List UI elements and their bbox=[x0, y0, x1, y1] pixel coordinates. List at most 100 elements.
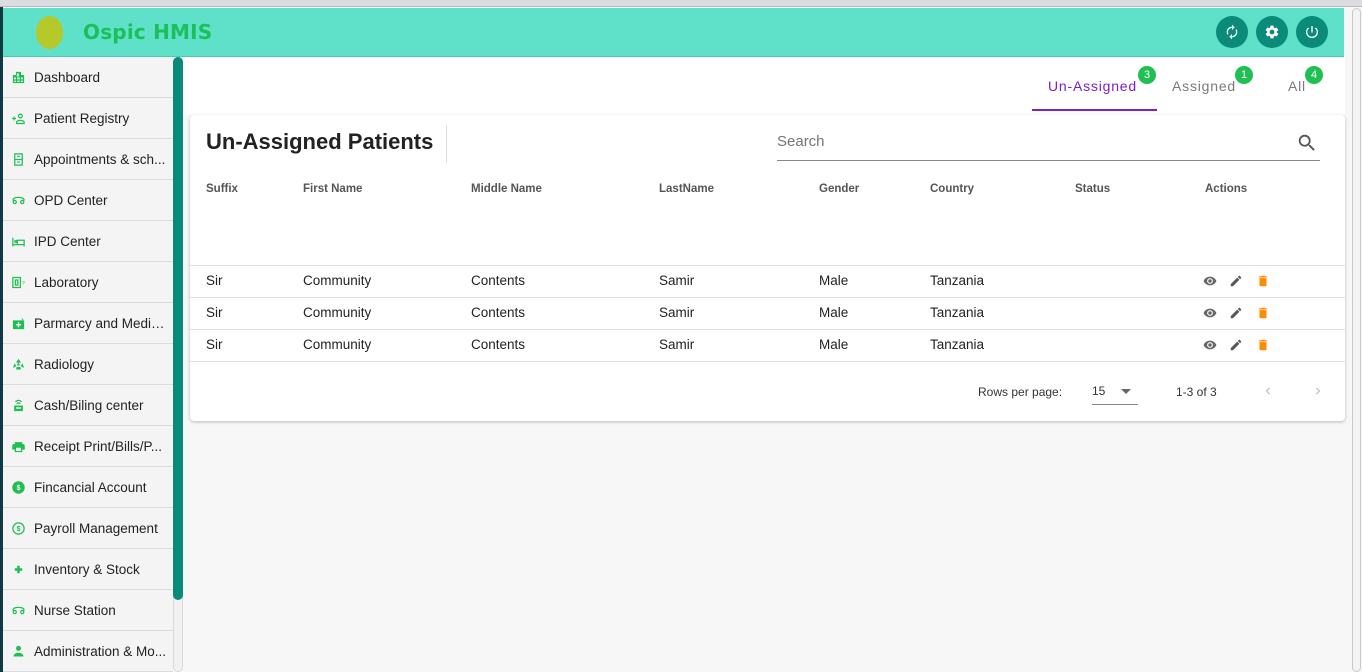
view-icon[interactable] bbox=[1203, 338, 1217, 352]
cell-first-name: Community bbox=[303, 337, 371, 352]
column-header-suffix[interactable]: Suffix bbox=[206, 183, 238, 195]
cell-middle-name: Contents bbox=[471, 273, 525, 288]
cell-suffix: Sir bbox=[206, 273, 223, 288]
hospital-icon bbox=[9, 68, 27, 86]
lab-icon: ? bbox=[9, 273, 27, 291]
sidebar-item-label: Dashboard bbox=[34, 70, 169, 85]
tab-all[interactable]: All bbox=[1288, 78, 1306, 94]
cashier-icon bbox=[9, 396, 27, 414]
column-header-country[interactable]: Country bbox=[930, 183, 974, 195]
sidebar-item-inventory[interactable]: Inventory & Stock bbox=[3, 549, 173, 590]
chevron-left-icon bbox=[1261, 384, 1275, 398]
app-title: Ospic HMIS bbox=[83, 20, 212, 44]
sidebar-item-laboratory[interactable]: ? Laboratory bbox=[3, 262, 173, 303]
sidebar-item-label: Laboratory bbox=[34, 275, 169, 290]
sidebar-item-financial-account[interactable]: $ Fincancial Account bbox=[3, 467, 173, 508]
sidebar-item-cash-billing[interactable]: Cash/Biling center bbox=[3, 385, 173, 426]
tab-label: Un-Assigned bbox=[1048, 78, 1137, 94]
chevron-right-icon bbox=[1311, 384, 1325, 398]
power-icon bbox=[1304, 24, 1320, 40]
next-page-button[interactable] bbox=[1306, 379, 1330, 403]
previous-page-button[interactable] bbox=[1256, 379, 1280, 403]
cell-suffix: Sir bbox=[206, 337, 223, 352]
cell-gender: Male bbox=[819, 337, 848, 352]
delete-icon[interactable] bbox=[1256, 274, 1270, 288]
logout-button[interactable] bbox=[1296, 16, 1328, 48]
svg-text:?: ? bbox=[21, 281, 24, 287]
sidebar-item-pharmacy[interactable]: Parmarcy and Medici... bbox=[3, 303, 173, 344]
sidebar-scrollbar-thumb[interactable] bbox=[173, 57, 183, 600]
sidebar-item-label: Payroll Management bbox=[34, 521, 169, 536]
table-bottom-divider bbox=[190, 361, 1345, 362]
patient-tabs: Un-Assigned 3 Assigned 1 All 4 bbox=[183, 57, 1345, 115]
delete-icon[interactable] bbox=[1256, 306, 1270, 320]
cabinet-icon bbox=[9, 150, 27, 168]
sidebar-item-label: Cash/Biling center bbox=[34, 398, 169, 413]
sidebar-item-label: Inventory & Stock bbox=[34, 562, 169, 577]
sidebar-item-label: Parmarcy and Medici... bbox=[34, 316, 169, 331]
cell-country: Tanzania bbox=[930, 273, 984, 288]
search-icon[interactable] bbox=[1296, 132, 1318, 154]
sidebar-item-dashboard[interactable]: Dashboard bbox=[3, 57, 173, 98]
sidebar-item-administration[interactable]: Administration & Mo... bbox=[3, 631, 173, 672]
bed-icon bbox=[9, 232, 27, 250]
sidebar-item-label: Appointments & sch... bbox=[34, 152, 169, 167]
cell-first-name: Community bbox=[303, 305, 371, 320]
nurse-icon bbox=[9, 601, 27, 619]
edit-icon[interactable] bbox=[1229, 274, 1243, 288]
sidebar-item-ipd-center[interactable]: IPD Center bbox=[3, 221, 173, 262]
sidebar-item-nurse-station[interactable]: Nurse Station bbox=[3, 590, 173, 631]
cell-gender: Male bbox=[819, 273, 848, 288]
gear-icon bbox=[1264, 24, 1280, 40]
svg-text:$: $ bbox=[16, 485, 20, 492]
table-row[interactable]: Sir Community Contents Samir Male Tanzan… bbox=[190, 297, 1345, 329]
table-row[interactable]: Sir Community Contents Samir Male Tanzan… bbox=[190, 265, 1345, 297]
sidebar-item-payroll[interactable]: $ Payroll Management bbox=[3, 508, 173, 549]
rows-per-page-select[interactable]: 15 bbox=[1092, 377, 1138, 405]
page-scrollbar[interactable] bbox=[1352, 8, 1361, 672]
cell-middle-name: Contents bbox=[471, 305, 525, 320]
divider bbox=[446, 125, 447, 163]
column-header-gender[interactable]: Gender bbox=[819, 183, 859, 195]
sidebar-item-appointments[interactable]: Appointments & sch... bbox=[3, 139, 173, 180]
money-circle-icon: $ bbox=[9, 478, 27, 496]
column-header-last-name[interactable]: LastName bbox=[659, 183, 714, 195]
page-title: Un-Assigned Patients bbox=[206, 129, 433, 155]
column-header-status[interactable]: Status bbox=[1075, 183, 1110, 195]
tab-un-assigned[interactable]: Un-Assigned bbox=[1048, 78, 1137, 94]
app-bar: Ospic HMIS bbox=[3, 8, 1344, 57]
count-badge: 4 bbox=[1305, 66, 1323, 84]
opd-icon bbox=[9, 191, 27, 209]
edit-icon[interactable] bbox=[1229, 306, 1243, 320]
view-icon[interactable] bbox=[1203, 274, 1217, 288]
admin-person-icon bbox=[9, 642, 27, 660]
tab-assigned[interactable]: Assigned bbox=[1172, 78, 1236, 94]
active-tab-indicator bbox=[1032, 109, 1157, 111]
sidebar-item-label: IPD Center bbox=[34, 234, 169, 249]
sidebar-item-receipt-print[interactable]: Receipt Print/Bills/P... bbox=[3, 426, 173, 467]
cell-last-name: Samir bbox=[659, 305, 694, 320]
sidebar-item-radiology[interactable]: Radiology bbox=[3, 344, 173, 385]
table-row[interactable]: Sir Community Contents Samir Male Tanzan… bbox=[190, 329, 1345, 361]
caret-down-icon bbox=[1121, 389, 1131, 394]
sidebar-item-patient-registry[interactable]: Patient Registry bbox=[3, 98, 173, 139]
column-header-first-name[interactable]: First Name bbox=[303, 183, 362, 195]
sidebar-item-opd-center[interactable]: OPD Center bbox=[3, 180, 173, 221]
count-badge: 3 bbox=[1138, 66, 1156, 84]
view-icon[interactable] bbox=[1203, 306, 1217, 320]
add-person-icon bbox=[9, 109, 27, 127]
edit-icon[interactable] bbox=[1229, 338, 1243, 352]
rows-per-page-label: Rows per page: bbox=[978, 385, 1062, 399]
sidebar-nav: Dashboard Patient Registry Appointments … bbox=[3, 57, 173, 672]
search-field bbox=[777, 127, 1320, 161]
cell-gender: Male bbox=[819, 305, 848, 320]
refresh-button[interactable] bbox=[1216, 16, 1248, 48]
search-input[interactable] bbox=[777, 133, 1277, 150]
settings-button[interactable] bbox=[1256, 16, 1288, 48]
printer-icon bbox=[9, 437, 27, 455]
count-badge: 1 bbox=[1235, 66, 1253, 84]
svg-text:$: $ bbox=[16, 526, 20, 533]
plus-icon bbox=[9, 560, 27, 578]
delete-icon[interactable] bbox=[1256, 338, 1270, 352]
column-header-middle-name[interactable]: Middle Name bbox=[471, 183, 542, 195]
